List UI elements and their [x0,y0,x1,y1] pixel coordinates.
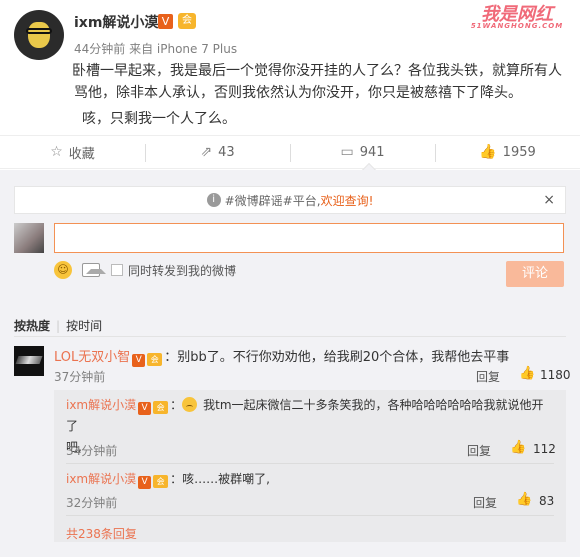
like-count: 112 [533,442,556,456]
like-count: 83 [539,494,555,508]
repost-button[interactable]: ⇗ 43 [145,136,290,168]
submit-comment-button[interactable]: 评论 [506,261,564,287]
comment-time: 37分钟前 [54,370,106,384]
thumbs-up-icon[interactable]: 👍 [516,492,532,507]
verified-badge: V [158,14,173,29]
comment-input[interactable] [54,223,564,253]
image-icon[interactable] [82,263,106,277]
reply-text: ixm解说小漠 V 会：咳……被群嘲了, [66,472,270,489]
member-badge: 会 [147,353,163,366]
divider [66,463,554,464]
post-meta: 44分钟前 来自 iPhone 7 Plus [74,42,238,56]
star-icon: ☆ [50,144,63,160]
favorite-button[interactable]: ☆ 收藏 [0,136,145,168]
more-replies-link[interactable]: 共238条回复 [66,525,137,542]
reply-author[interactable]: ixm解说小漠 [66,398,136,412]
reply-author[interactable]: ixm解说小漠 [66,472,136,486]
thumbs-up-icon[interactable]: 👍 [519,366,535,381]
current-user-avatar [14,223,44,253]
author-name[interactable]: ixm解说小漠 [74,12,158,32]
reply-time: 34分钟前 [66,444,118,458]
commenter-name[interactable]: LOL无双小智 [54,350,130,365]
comments-panel: i #微博辟谣#平台, 欢迎查询! × ☺ 同时转发到我的微博 评论 按热度 | 按… [0,170,580,557]
notice-text: #微博辟谣#平台, [224,193,321,208]
post-text-line: 卧槽一早起来，我是最后一个觉得你没开挂的人了么？各位我头铁，就算所有人 [72,63,562,79]
comment-text: LOL无双小智 V 会：别bb了。不行你劝劝他，给我刷20个合体，我帮他去平事 [54,350,510,367]
post-actions: ☆ 收藏 ⇗ 43 ▭ 941 👍 1959 [0,135,580,169]
notice-link[interactable]: 欢迎查询! [321,192,374,209]
like-count: 1180 [540,368,571,382]
reply-button[interactable]: 回复 [467,442,491,459]
repost-label: 同时转发到我的微博 [128,264,237,278]
commenter-avatar[interactable] [14,346,44,376]
post-text-line: 咳，只剩我一个人了么。 [82,111,236,127]
verified-badge: V [132,354,146,367]
reply-button[interactable]: 回复 [476,368,500,385]
post-header: ixm解说小漠 V 会 44分钟前 来自 iPhone 7 Plus 我是网红 … [0,0,580,60]
sort-bar: 按热度 | 按时间 [14,319,103,333]
member-badge: 会 [153,475,169,488]
rumor-notice: i #微博辟谣#平台, 欢迎查询! × [14,186,566,214]
reply-time: 32分钟前 [66,496,118,510]
verified-badge: V [138,476,152,489]
divider [14,336,566,337]
thumbs-up-icon[interactable]: 👍 [510,440,526,455]
member-badge: 会 [153,401,169,414]
post-text-line: 骂他，除非本人承认，否则我依然认为你没开，你只是被慈禧下了降头。 [74,85,522,101]
post-content: 卧槽一早起来，我是最后一个觉得你没开挂的人了么？各位我头铁，就算所有人 骂他，除… [72,60,568,134]
repost-icon: ⇗ [200,144,213,160]
sort-by-hot[interactable]: 按热度 [14,319,50,333]
author-avatar[interactable] [14,10,64,60]
verified-badge: V [138,402,152,415]
thumbs-up-icon: 👍 [479,144,497,160]
reply-button[interactable]: 回复 [473,494,497,511]
info-icon: i [206,193,221,207]
member-badge: 会 [178,13,196,29]
watermark-logo: 我是网红 51WANGHONG.COM [470,4,564,30]
sort-by-time[interactable]: 按时间 [66,319,102,333]
comment-button[interactable]: ▭ 941 [290,136,435,168]
divider [66,515,554,516]
smiley-icon[interactable]: ☺ [54,261,72,279]
sad-face-icon [182,397,198,412]
repost-checkbox[interactable] [111,264,123,276]
comment-icon: ▭ [340,144,354,160]
close-icon[interactable]: × [543,192,555,208]
like-button[interactable]: 👍 1959 [435,136,580,168]
